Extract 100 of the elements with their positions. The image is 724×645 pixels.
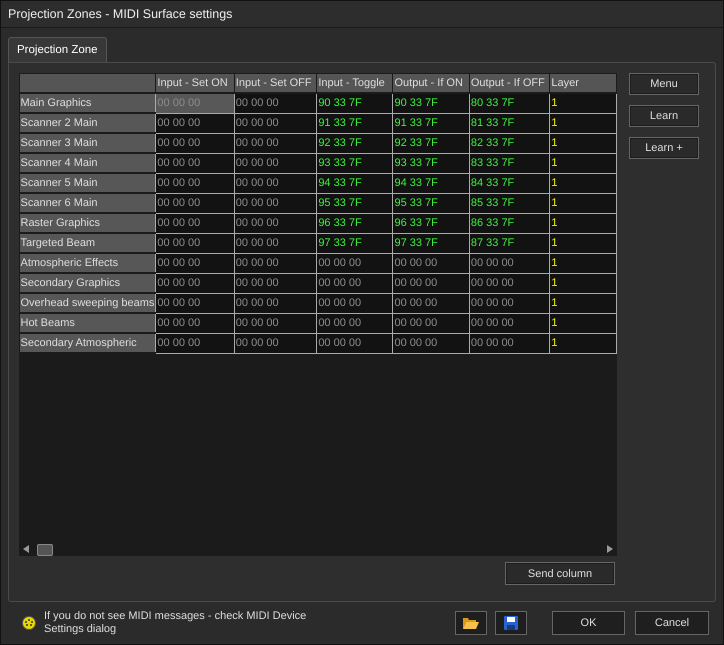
table-cell[interactable]: 1 bbox=[550, 273, 616, 293]
row-header: Scanner 5 Main bbox=[20, 173, 156, 193]
table-cell[interactable]: 00 00 00 bbox=[156, 233, 234, 253]
table-cell[interactable]: 87 33 7F bbox=[469, 233, 550, 253]
table-cell[interactable]: 97 33 7F bbox=[392, 233, 470, 253]
table-cell[interactable]: 00 00 00 bbox=[392, 293, 470, 313]
table-cell[interactable]: 00 00 00 bbox=[156, 273, 234, 293]
table-cell[interactable]: 91 33 7F bbox=[392, 113, 470, 133]
table-cell[interactable]: 00 00 00 bbox=[469, 253, 550, 273]
row-header: Secondary Graphics bbox=[20, 273, 156, 293]
table-cell[interactable]: 94 33 7F bbox=[316, 173, 393, 193]
column-header: Input - Toggle bbox=[316, 74, 393, 93]
tab[interactable]: Projection Zone bbox=[8, 37, 107, 62]
side-button[interactable]: Menu bbox=[629, 73, 699, 95]
table-cell[interactable]: 93 33 7F bbox=[392, 153, 470, 173]
table-cell[interactable]: 85 33 7F bbox=[469, 193, 550, 213]
row-header: Scanner 2 Main bbox=[20, 113, 156, 133]
table-cell[interactable]: 1 bbox=[550, 153, 616, 173]
send-column-button[interactable]: Send column bbox=[505, 562, 615, 585]
table-cell[interactable]: 00 00 00 bbox=[234, 293, 317, 313]
table-cell[interactable]: 1 bbox=[550, 233, 616, 253]
column-header: Output - If ON bbox=[392, 74, 470, 93]
open-button[interactable] bbox=[455, 611, 487, 635]
column-header: Input - Set OFF bbox=[234, 74, 317, 93]
table-cell[interactable]: 00 00 00 bbox=[234, 93, 317, 113]
table-cell[interactable]: 82 33 7F bbox=[469, 133, 550, 153]
table-cell[interactable]: 00 00 00 bbox=[156, 253, 234, 273]
scroll-left-icon[interactable] bbox=[23, 545, 29, 553]
table-cell[interactable]: 00 00 00 bbox=[316, 253, 393, 273]
table-cell[interactable]: 00 00 00 bbox=[392, 273, 470, 293]
table-cell[interactable]: 00 00 00 bbox=[156, 193, 234, 213]
table-cell[interactable]: 00 00 00 bbox=[469, 293, 550, 313]
table-cell[interactable]: 00 00 00 bbox=[234, 233, 317, 253]
cancel-button[interactable]: Cancel bbox=[635, 611, 709, 635]
table-cell[interactable]: 00 00 00 bbox=[316, 313, 393, 333]
table-cell[interactable]: 00 00 00 bbox=[156, 173, 234, 193]
table-cell[interactable]: 1 bbox=[550, 333, 616, 353]
table-cell[interactable]: 84 33 7F bbox=[469, 173, 550, 193]
table-cell[interactable]: 86 33 7F bbox=[469, 213, 550, 233]
folder-icon bbox=[463, 616, 479, 630]
table-cell[interactable]: 00 00 00 bbox=[316, 293, 393, 313]
table-cell[interactable]: 00 00 00 bbox=[469, 273, 550, 293]
table-cell[interactable]: 00 00 00 bbox=[156, 153, 234, 173]
ok-button[interactable]: OK bbox=[552, 611, 625, 635]
save-button[interactable] bbox=[495, 611, 527, 635]
table-cell[interactable]: 00 00 00 bbox=[234, 253, 317, 273]
table-cell[interactable]: 00 00 00 bbox=[316, 333, 393, 353]
table-cell[interactable]: 00 00 00 bbox=[392, 333, 470, 353]
table-cell[interactable]: 93 33 7F bbox=[316, 153, 393, 173]
table-cell[interactable]: 92 33 7F bbox=[392, 133, 470, 153]
table-cell[interactable]: 00 00 00 bbox=[234, 113, 317, 133]
table-cell[interactable]: 1 bbox=[550, 173, 616, 193]
table-cell[interactable]: 1 bbox=[550, 193, 616, 213]
table-cell[interactable]: 1 bbox=[550, 313, 616, 333]
row-header: Raster Graphics bbox=[20, 213, 156, 233]
table-cell[interactable]: 1 bbox=[550, 253, 616, 273]
table-cell[interactable]: 1 bbox=[550, 113, 616, 133]
table-cell[interactable]: 00 00 00 bbox=[234, 173, 317, 193]
table-cell[interactable]: 81 33 7F bbox=[469, 113, 550, 133]
table-cell[interactable]: 96 33 7F bbox=[392, 213, 470, 233]
table-cell[interactable]: 00 00 00 bbox=[392, 313, 470, 333]
table-cell[interactable]: 80 33 7F bbox=[469, 93, 550, 113]
table-cell[interactable]: 00 00 00 bbox=[469, 333, 550, 353]
table-cell[interactable]: 00 00 00 bbox=[234, 313, 317, 333]
side-button[interactable]: Learn + bbox=[629, 137, 699, 159]
table-cell[interactable]: 94 33 7F bbox=[392, 173, 470, 193]
table-cell[interactable]: 00 00 00 bbox=[234, 133, 317, 153]
table-cell[interactable]: 00 00 00 bbox=[156, 113, 234, 133]
table-cell[interactable]: 00 00 00 bbox=[156, 213, 234, 233]
midi-connector-icon bbox=[22, 616, 36, 630]
table-cell[interactable]: 00 00 00 bbox=[392, 253, 470, 273]
table-cell[interactable]: 91 33 7F bbox=[316, 113, 393, 133]
row-header: Main Graphics bbox=[20, 93, 156, 113]
table-cell[interactable]: 00 00 00 bbox=[469, 313, 550, 333]
table-cell[interactable]: 90 33 7F bbox=[392, 93, 470, 113]
table-cell[interactable]: 00 00 00 bbox=[234, 193, 317, 213]
scroll-thumb[interactable] bbox=[37, 544, 53, 556]
table-cell[interactable]: 00 00 00 bbox=[156, 133, 234, 153]
table-cell[interactable]: 00 00 00 bbox=[156, 293, 234, 313]
table-cell[interactable]: 1 bbox=[550, 93, 616, 113]
table-cell[interactable]: 00 00 00 bbox=[234, 153, 317, 173]
table-cell[interactable]: 95 33 7F bbox=[316, 193, 393, 213]
table-cell[interactable]: 00 00 00 bbox=[316, 273, 393, 293]
table-cell[interactable]: 00 00 00 bbox=[156, 313, 234, 333]
side-button[interactable]: Learn bbox=[629, 105, 699, 127]
table-cell[interactable]: 00 00 00 bbox=[234, 213, 317, 233]
table-cell[interactable]: 97 33 7F bbox=[316, 233, 393, 253]
table-cell[interactable]: 96 33 7F bbox=[316, 213, 393, 233]
table-cell[interactable]: 92 33 7F bbox=[316, 133, 393, 153]
table-cell[interactable]: 00 00 00 bbox=[156, 333, 234, 353]
table-cell[interactable]: 1 bbox=[550, 213, 616, 233]
table-cell[interactable]: 00 00 00 bbox=[234, 273, 317, 293]
table-cell[interactable]: 83 33 7F bbox=[469, 153, 550, 173]
table-cell[interactable]: 1 bbox=[550, 133, 616, 153]
scroll-right-icon[interactable] bbox=[607, 545, 613, 553]
table-cell[interactable]: 1 bbox=[550, 293, 616, 313]
table-cell[interactable]: 00 00 00 bbox=[234, 333, 317, 353]
row-header: Hot Beams bbox=[20, 313, 156, 333]
table-cell[interactable]: 95 33 7F bbox=[392, 193, 470, 213]
table-cell[interactable]: 90 33 7F bbox=[316, 93, 393, 113]
